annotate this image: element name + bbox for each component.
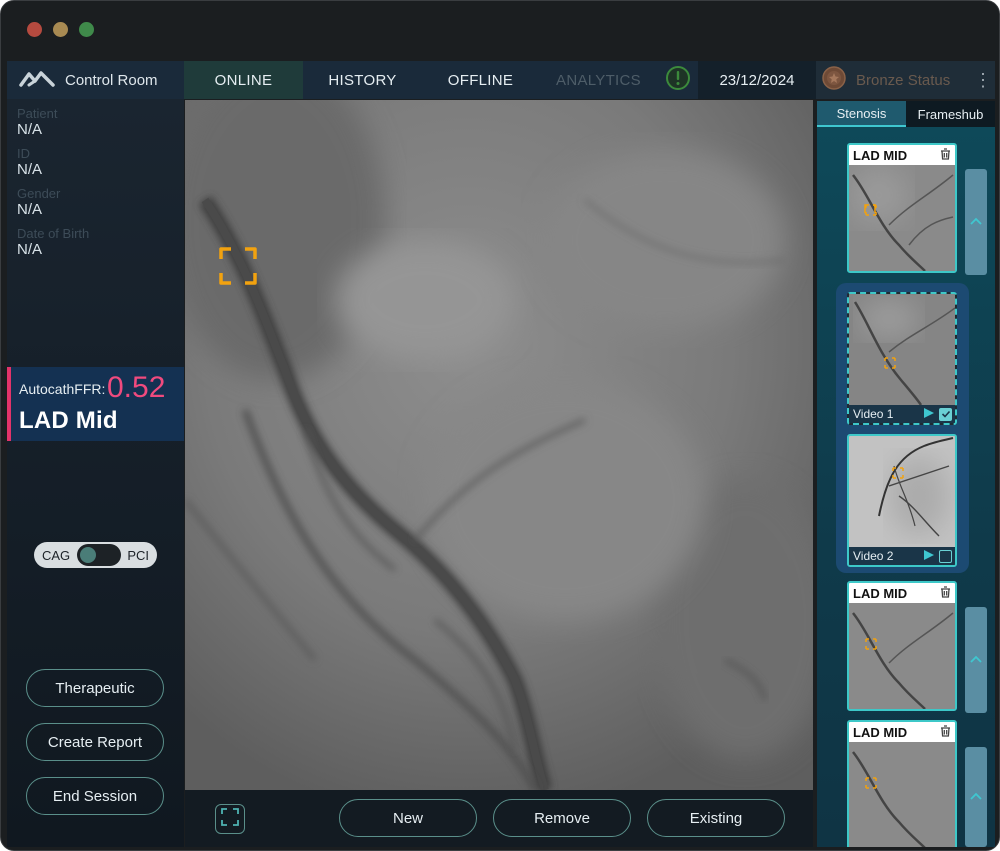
video-card[interactable]: Video 1 [847,292,957,425]
tab-stenosis[interactable]: Stenosis [817,101,906,127]
existing-button[interactable]: Existing [647,799,785,837]
toggle-left-label: CAG [42,547,71,563]
top-nav: Control Room ONLINE HISTORY OFFLINE ANAL… [7,61,995,99]
stenosis-marker-icon[interactable] [219,247,257,285]
lesion-card[interactable]: LAD MID [847,581,957,711]
video-thumbnail [849,436,955,547]
brand: Control Room [7,61,184,99]
trash-icon[interactable] [940,724,951,740]
tab-online[interactable]: ONLINE [184,61,303,99]
therapeutic-button[interactable]: Therapeutic [26,669,164,707]
new-button[interactable]: New [339,799,477,837]
toggle-switch[interactable] [76,544,121,566]
mode-toggle[interactable]: CAG PCI [34,542,157,568]
close-window-button[interactable] [27,22,42,37]
app-window: Control Room ONLINE HISTORY OFFLINE ANAL… [0,0,1000,851]
minimize-window-button[interactable] [53,22,68,37]
left-panel: Patient N/A ID N/A Gender N/A Date of Bi… [7,99,184,847]
lesion-card[interactable]: LAD MID [847,720,957,847]
lesion-card[interactable]: LAD MID [847,143,957,273]
video-group: Video 1 Video 2 [836,283,969,573]
ffr-label: AutocathFFR: [19,381,106,397]
patient-label: Patient [17,106,58,121]
id-label: ID [17,146,30,161]
mountains-logo-icon [19,69,55,92]
gender-label: Gender [17,186,61,201]
title-bar [1,1,999,59]
patient-info: Patient N/A ID N/A Gender N/A Date of Bi… [17,107,89,267]
alert-button[interactable] [658,61,698,99]
toggle-right-label: PCI [127,547,149,563]
video-card[interactable]: Video 2 [847,434,957,567]
toggle-knob [79,547,96,563]
video-checkbox[interactable] [939,549,952,563]
viewer-toolbar: New Remove Existing [185,790,813,847]
lesion-label: LAD MID [853,724,908,740]
trash-icon[interactable] [940,147,951,163]
play-icon[interactable] [923,549,935,564]
remove-button[interactable]: Remove [493,799,631,837]
create-report-button[interactable]: Create Report [26,723,164,761]
lesion-label: LAD MID [853,585,908,601]
fullscreen-button[interactable] [215,804,245,834]
status-label: Bronze Status [856,71,951,89]
lesion-label: LAD MID [853,147,908,163]
video-checkbox[interactable] [939,407,952,421]
id-value: N/A [17,161,43,178]
lesion-thumbnail [849,165,955,271]
video-controls [923,549,952,564]
chevron-up-icon [969,788,983,806]
tab-offline[interactable]: OFFLINE [422,61,539,99]
tab-analytics: ANALYTICS [556,71,641,89]
lesion-header: LAD MID [849,583,955,603]
fullscreen-icon [221,807,239,831]
right-tabs: Stenosis Frameshub [817,101,995,127]
video-footer: Video 2 [849,547,955,565]
video-controls [923,407,952,422]
tab-history[interactable]: HISTORY [303,61,422,99]
lesion-thumbnail [849,603,955,709]
chevron-up-icon [969,651,983,669]
exclamation-circle-icon [665,65,691,96]
video-thumbnail [849,294,955,405]
collapse-lesion-button[interactable] [965,747,987,847]
collapse-lesion-button[interactable] [965,169,987,275]
lesion-header: LAD MID [849,722,955,742]
session-date: 23/12/2024 [698,61,816,99]
play-icon[interactable] [923,407,935,422]
ffr-vessel: LAD Mid [19,407,118,434]
right-panel: Stenosis Frameshub LAD MID Video 1 Video… [817,101,995,847]
dob-label: Date of Birth [17,226,90,241]
patient-value: N/A [17,121,43,138]
bronze-medal-icon [822,66,846,94]
dob-value: N/A [17,241,43,258]
video-label: Video 2 [853,549,894,563]
angiogram-viewer[interactable] [185,100,813,790]
gender-value: N/A [17,201,43,218]
app-title: Control Room [65,71,158,89]
end-session-button[interactable]: End Session [26,777,164,815]
tab-frameshub[interactable]: Frameshub [906,101,995,127]
trash-icon[interactable] [940,585,951,601]
video-label: Video 1 [853,407,894,421]
angiogram-image [185,100,813,790]
ffr-value: 0.52 [107,371,166,404]
ffr-result-card: AutocathFFR: 0.52 LAD Mid [7,367,184,441]
maximize-window-button[interactable] [79,22,94,37]
chevron-up-icon [969,213,983,231]
lesion-header: LAD MID [849,145,955,165]
vertical-dots-icon[interactable]: ⋮ [971,61,995,99]
collapse-lesion-button[interactable] [965,607,987,713]
status-badge[interactable]: Bronze Status [816,61,971,99]
video-footer: Video 1 [849,405,955,423]
lesion-thumbnail [849,742,955,847]
